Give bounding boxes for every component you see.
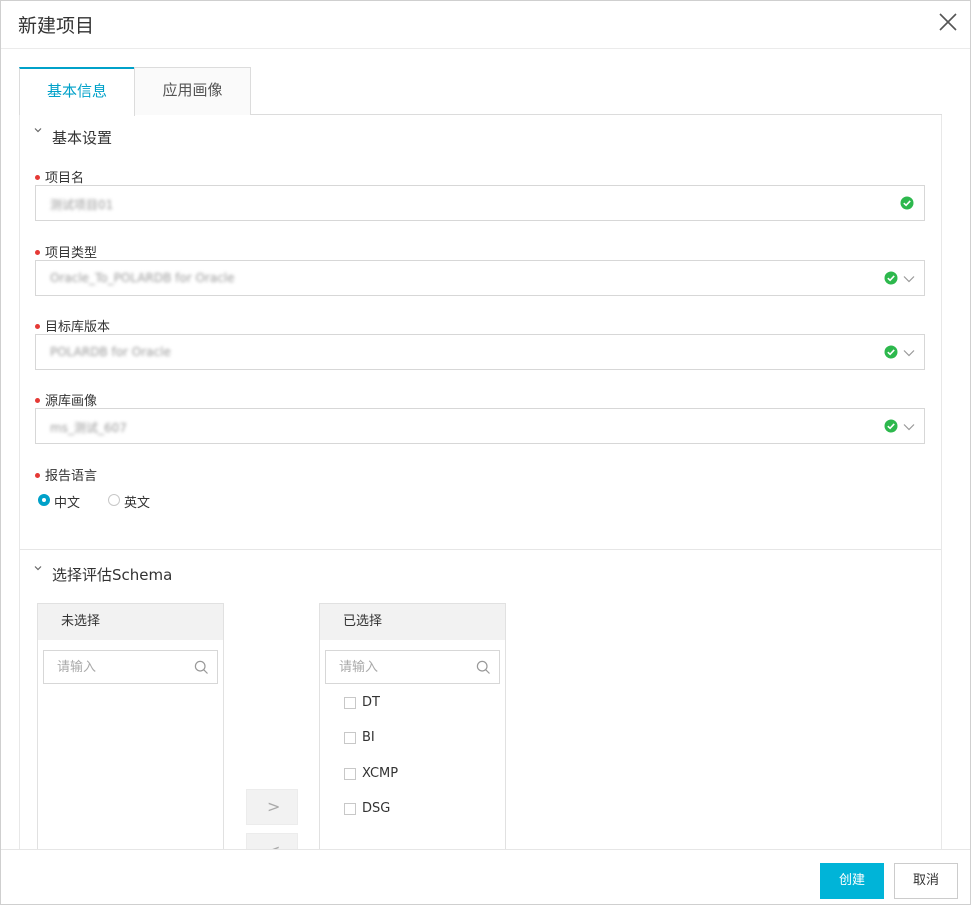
selected-panel-header: 已选择: [320, 604, 505, 640]
project-name-input[interactable]: 测试项目01: [35, 185, 925, 221]
field-value: Oracle_To_POLARDB for Oracle: [50, 271, 235, 285]
section-schema-header[interactable]: 选择评估Schema: [20, 549, 941, 593]
required-marker: [35, 250, 40, 255]
tab-basic-info[interactable]: 基本信息: [19, 67, 135, 116]
search-icon[interactable]: [194, 660, 209, 675]
selected-search-input[interactable]: [326, 651, 466, 683]
required-marker: [35, 398, 40, 403]
close-button[interactable]: [936, 10, 960, 34]
section-basic-settings-header[interactable]: 基本设置: [20, 115, 941, 155]
tab-bar: 基本信息 应用画像: [19, 67, 942, 116]
check-circle-icon: [884, 271, 898, 285]
unselected-search: [43, 650, 218, 684]
section-title: 基本设置: [52, 129, 113, 147]
project-type-select[interactable]: Oracle_To_POLARDB for Oracle: [35, 260, 925, 296]
chevron-left-icon: <: [267, 841, 280, 849]
field-value: 测试项目01: [50, 198, 114, 212]
check-circle-icon: [900, 196, 914, 210]
move-right-button[interactable]: >: [246, 789, 298, 825]
cancel-button[interactable]: 取消: [894, 863, 958, 899]
selected-panel: 已选择 DT BI XCMP DSG: [319, 603, 506, 849]
source-db-profile-label: 源库画像: [35, 390, 97, 409]
checkbox[interactable]: [344, 803, 356, 815]
search-icon[interactable]: [476, 660, 491, 675]
field-value: POLARDB for Oracle: [50, 345, 171, 359]
check-circle-icon: [884, 419, 898, 433]
move-left-button[interactable]: <: [246, 833, 298, 849]
chevron-down-icon: [903, 350, 915, 357]
dialog-header: 新建项目: [1, 1, 970, 49]
tab-app-profile[interactable]: 应用画像: [134, 67, 251, 115]
dialog-footer: 创建 取消: [1, 849, 970, 904]
required-marker: [35, 175, 40, 180]
chevron-down-icon: [903, 276, 915, 283]
selected-search: [325, 650, 500, 684]
section-title: 选择评估Schema: [52, 566, 173, 584]
new-project-dialog: 新建项目 基本信息 应用画像 基本设置 项目名 测试项目01 项目类型 Orac…: [0, 0, 971, 905]
radio-checked-icon: [38, 494, 50, 506]
project-name-label: 项目名: [35, 167, 84, 186]
chevron-down-icon: [903, 424, 915, 431]
field-value: ms_测试_607: [50, 421, 127, 435]
checkbox[interactable]: [344, 697, 356, 709]
unselected-search-input[interactable]: [44, 651, 184, 683]
create-button[interactable]: 创建: [820, 863, 884, 899]
target-db-version-label: 目标库版本: [35, 316, 110, 335]
checkbox[interactable]: [344, 768, 356, 780]
check-circle-icon: [884, 345, 898, 359]
chevron-right-icon: >: [267, 797, 281, 816]
unselected-panel: 未选择: [37, 603, 224, 849]
checkbox[interactable]: [344, 732, 356, 744]
dialog-title: 新建项目: [18, 15, 95, 37]
chevron-down-icon: [34, 128, 42, 133]
radio-unchecked-icon: [108, 494, 120, 506]
chevron-down-icon: [34, 566, 42, 571]
required-marker: [35, 324, 40, 329]
close-icon: [939, 13, 957, 31]
unselected-panel-header: 未选择: [38, 604, 223, 640]
source-db-profile-select[interactable]: ms_测试_607: [35, 408, 925, 444]
dialog-content: 基本设置 项目名 测试项目01 项目类型 Oracle_To_POLARDB f…: [19, 115, 942, 849]
report-language-label: 报告语言: [35, 465, 97, 484]
required-marker: [35, 473, 40, 478]
target-db-version-select[interactable]: POLARDB for Oracle: [35, 334, 925, 370]
project-type-label: 项目类型: [35, 242, 97, 261]
